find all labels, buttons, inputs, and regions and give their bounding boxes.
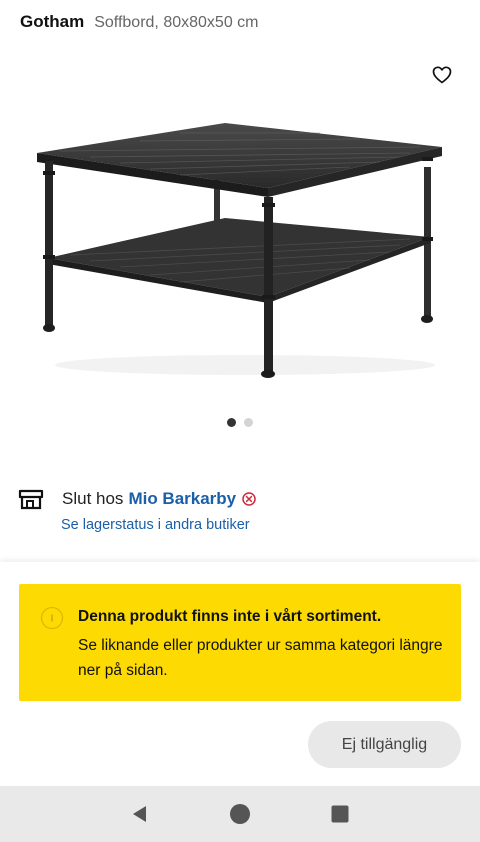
- product-image[interactable]: [30, 115, 450, 390]
- square-recent-icon: [331, 805, 349, 823]
- store-status-label: Slut hos: [62, 489, 124, 508]
- circle-x-icon: [242, 492, 256, 506]
- store-icon: [18, 488, 44, 510]
- gallery-pagination: [0, 418, 480, 427]
- product-subtitle: Soffbord, 80x80x50 cm: [94, 14, 259, 31]
- gallery-dot-active[interactable]: [227, 418, 236, 427]
- notice-title: Denna produkt finns inte i vårt sortimen…: [78, 608, 382, 625]
- gallery-dot[interactable]: [244, 418, 253, 427]
- heart-outline-icon: [432, 66, 452, 84]
- nav-home-button[interactable]: [226, 800, 254, 828]
- favorite-button[interactable]: [430, 64, 454, 86]
- nav-recent-button[interactable]: [326, 800, 354, 828]
- other-stores-stock-link[interactable]: Se lagerstatus i andra butiker: [61, 517, 250, 533]
- notice-body: Se liknande eller produkter ur samma kat…: [78, 637, 443, 679]
- circle-home-icon: [230, 804, 250, 824]
- product-brand: Gotham: [20, 12, 85, 31]
- product-header: Gotham Soffbord, 80x80x50 cm: [20, 12, 258, 34]
- store-name-link[interactable]: Mio Barkarby: [128, 489, 236, 509]
- unavailable-button[interactable]: Ej tillgänglig: [308, 721, 461, 768]
- nav-back-button[interactable]: [126, 800, 154, 828]
- android-nav-bar: [0, 786, 480, 842]
- store-availability: Slut hos Mio Barkarby: [18, 486, 256, 512]
- assortment-notice: Denna produkt finns inte i vårt sortimen…: [19, 584, 461, 701]
- triangle-back-icon: [133, 806, 146, 822]
- info-icon: [40, 606, 64, 630]
